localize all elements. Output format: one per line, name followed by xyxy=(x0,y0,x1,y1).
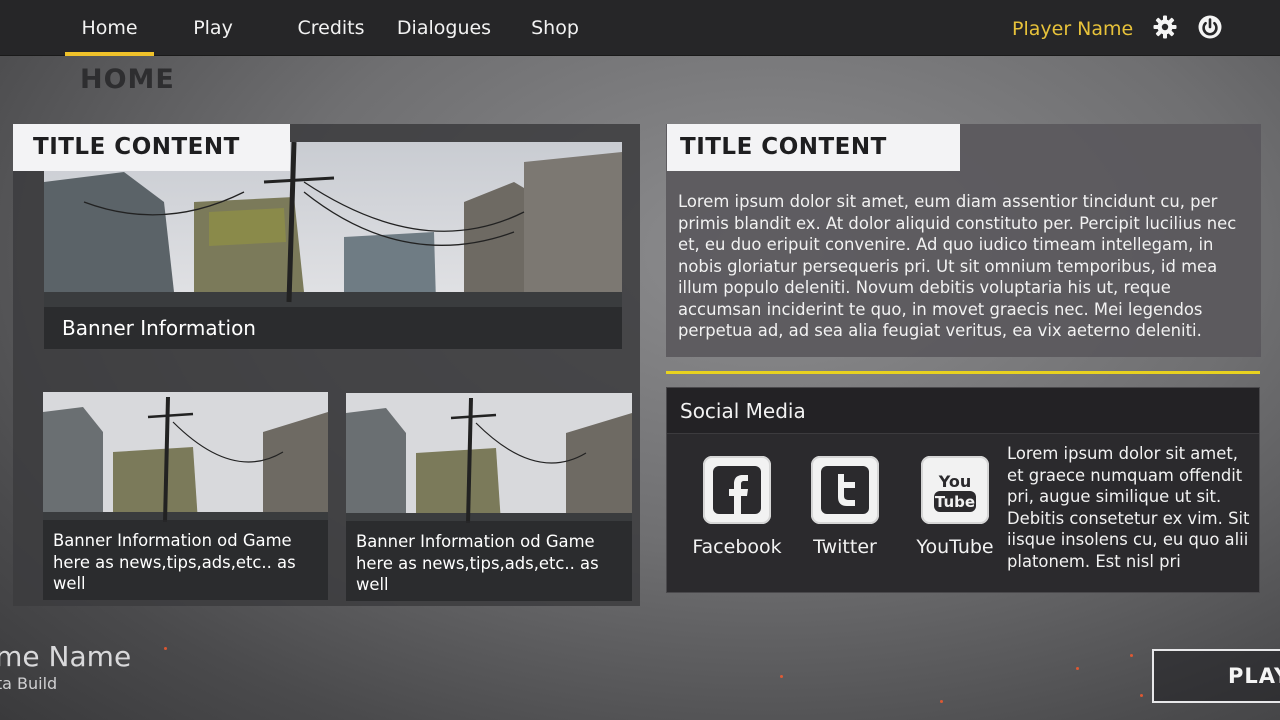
ember-particle xyxy=(1076,667,1079,670)
news-card-2[interactable]: Banner Information od Game here as news,… xyxy=(346,393,632,601)
right-panel-body: Lorem ipsum dolor sit amet, eum diam ass… xyxy=(678,192,1237,340)
card-caption: Banner Information od Game here as news,… xyxy=(43,520,328,600)
nav-tab-home[interactable]: Home xyxy=(65,0,154,56)
ember-particle xyxy=(1140,694,1143,697)
nav-tab-shop[interactable]: Shop xyxy=(521,0,589,56)
nav-tab-play[interactable]: Play xyxy=(174,0,252,56)
social-media-panel: Social Media Facebook Twitter You Tube Y… xyxy=(666,387,1260,593)
ember-particle xyxy=(1130,654,1133,657)
ember-particle xyxy=(780,675,783,678)
youtube-icon: You Tube xyxy=(921,456,989,524)
gear-icon[interactable] xyxy=(1152,14,1178,40)
main-banner[interactable]: Banner Information xyxy=(44,142,622,349)
top-nav-bar: Home Play Credits Dialogues Shop Player … xyxy=(0,0,1280,56)
social-label-youtube: YouTube xyxy=(916,536,994,558)
social-media-body: Lorem ipsum dolor sit amet, et graece nu… xyxy=(1007,444,1250,571)
left-title-tab: TITLE CONTENT xyxy=(13,124,290,171)
banner-caption: Banner Information xyxy=(44,307,622,349)
right-title-tab: TITLE CONTENT xyxy=(667,124,960,171)
left-content-panel: Banner Information TITLE CONTENT Banner … xyxy=(13,124,640,606)
power-icon[interactable] xyxy=(1197,14,1223,40)
ember-particle xyxy=(940,700,943,703)
right-content-panel: TITLE CONTENT Lorem ipsum dolor sit amet… xyxy=(666,124,1261,357)
news-card-1[interactable]: Banner Information od Game here as news,… xyxy=(43,392,328,600)
build-label: eta Build xyxy=(0,674,58,693)
social-link-twitter[interactable]: Twitter xyxy=(795,456,895,558)
player-name[interactable]: Player Name xyxy=(1012,0,1133,56)
social-label-twitter: Twitter xyxy=(813,536,877,558)
twitter-icon xyxy=(811,456,879,524)
card-caption: Banner Information od Game here as news,… xyxy=(346,521,632,601)
game-name: ame Name xyxy=(0,640,132,673)
social-media-title: Social Media xyxy=(667,388,1259,434)
page-title: HOME xyxy=(80,64,175,95)
section-divider xyxy=(666,371,1260,374)
nav-tab-dialogues[interactable]: Dialogues xyxy=(392,0,496,56)
facebook-icon xyxy=(703,456,771,524)
social-link-youtube[interactable]: You Tube YouTube xyxy=(905,456,1005,558)
ember-particle xyxy=(164,647,167,650)
play-button[interactable]: PLAY xyxy=(1152,649,1280,703)
svg-text:Tube: Tube xyxy=(935,493,975,511)
social-label-facebook: Facebook xyxy=(692,536,782,558)
nav-tab-credits[interactable]: Credits xyxy=(287,0,375,56)
social-link-facebook[interactable]: Facebook xyxy=(687,456,787,558)
svg-text:You: You xyxy=(938,472,972,491)
